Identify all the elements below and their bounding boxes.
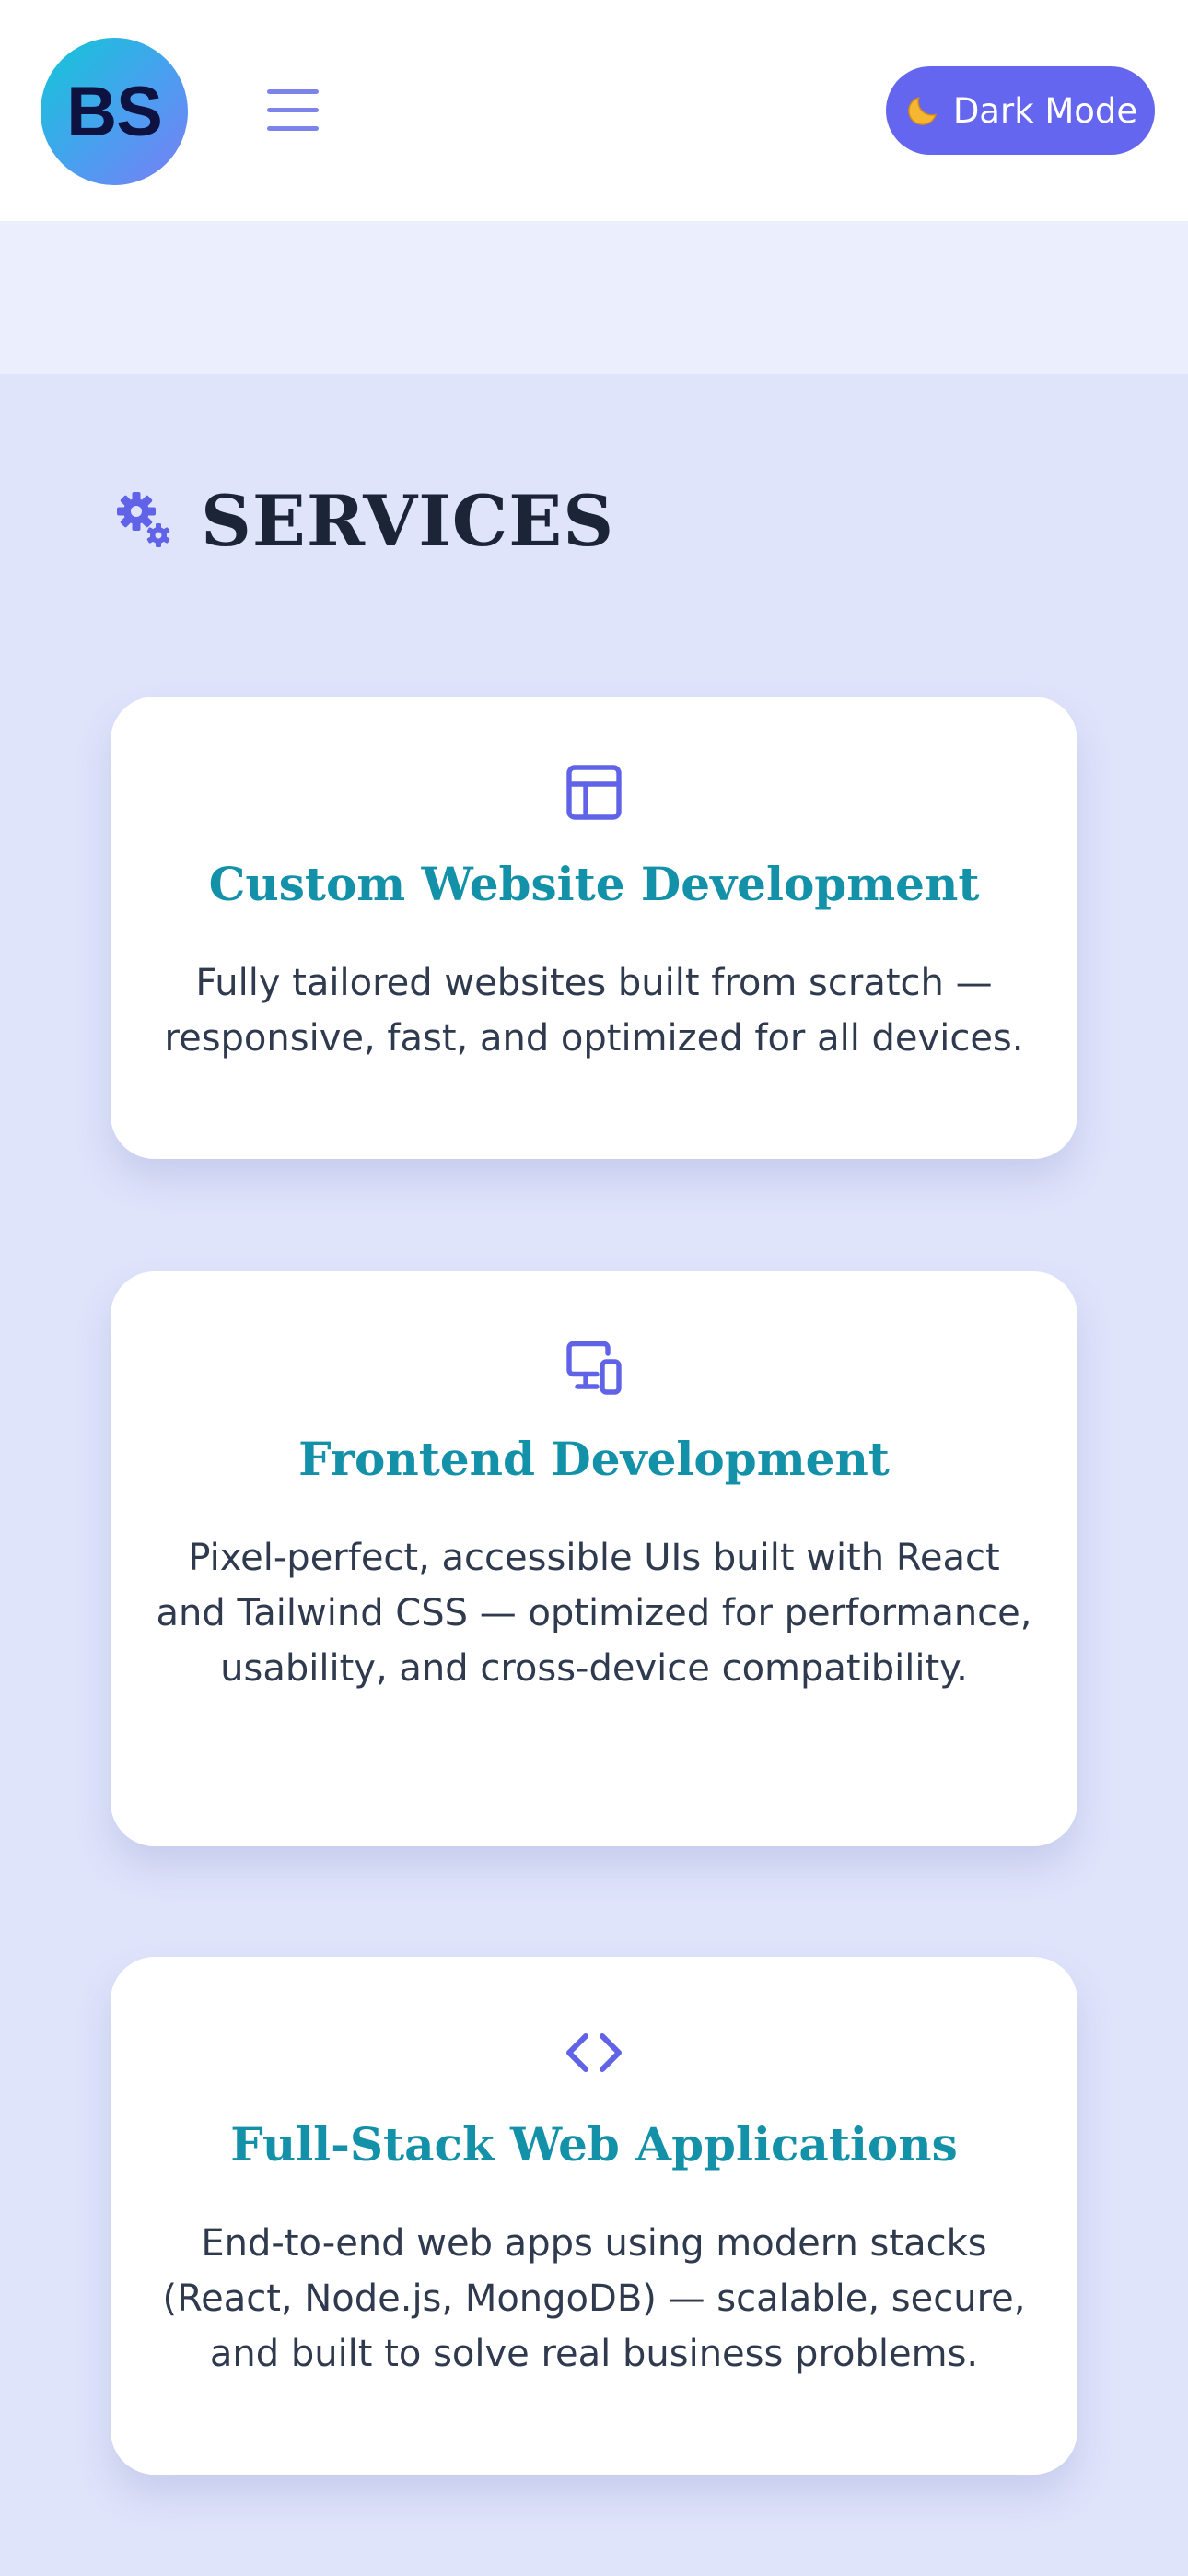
dark-mode-toggle-button[interactable]: Dark Mode — [886, 66, 1155, 155]
service-title: Frontend Development — [298, 1432, 890, 1486]
service-title: Full-Stack Web Applications — [230, 2117, 958, 2172]
layout-icon — [566, 765, 622, 820]
hero-strip — [0, 221, 1188, 374]
service-description: Fully tailored websites built from scrat… — [164, 962, 1024, 1060]
hamburger-menu-icon[interactable] — [267, 87, 319, 133]
service-card-frontend: Frontend Development Pixel-perfect, acce… — [111, 1271, 1077, 1846]
site-header: BS Dark Mode — [0, 0, 1188, 221]
logo[interactable]: BS — [41, 38, 188, 185]
moon-icon — [907, 96, 937, 125]
services-section: SERVICES Custom Website Development Full… — [0, 374, 1188, 2576]
devices-icon — [566, 1341, 622, 1395]
service-description: End-to-end web apps using modern stacks … — [162, 2222, 1026, 2375]
dark-mode-label: Dark Mode — [952, 90, 1138, 131]
service-description: Pixel-perfect, accessible UIs built with… — [156, 1537, 1032, 1690]
services-title: SERVICES — [201, 480, 615, 562]
service-card-fullstack: Full-Stack Web Applications End-to-end w… — [111, 1957, 1077, 2475]
code-icon — [566, 2033, 622, 2072]
services-heading: SERVICES — [114, 480, 614, 562]
gears-icon — [117, 491, 170, 547]
service-title: Custom Website Development — [208, 857, 980, 911]
logo-text: BS — [66, 72, 163, 151]
service-card-custom-website: Custom Website Development Fully tailore… — [111, 697, 1077, 1159]
